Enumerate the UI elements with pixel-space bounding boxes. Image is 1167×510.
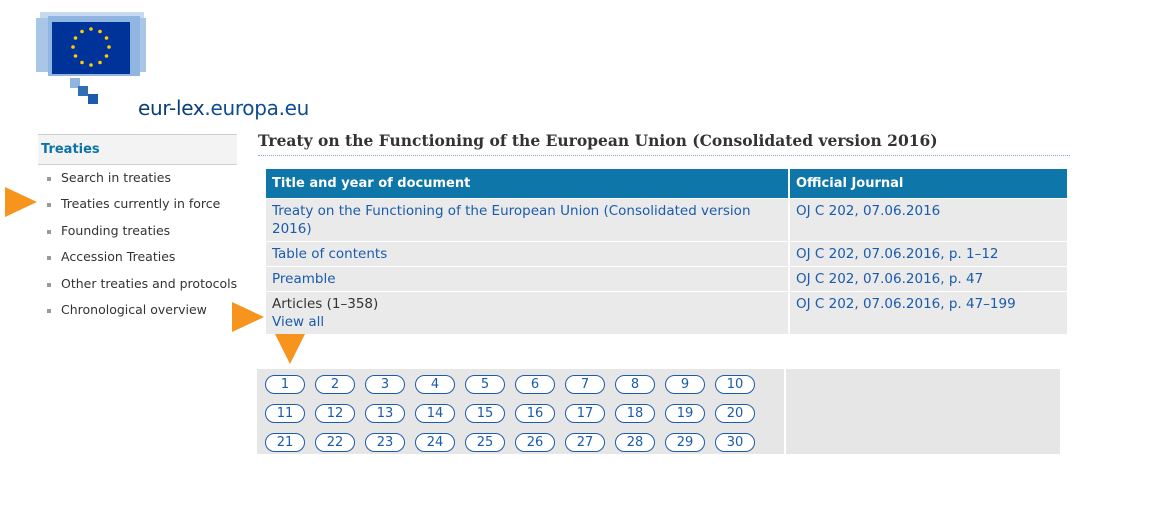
article-page-button[interactable]: 27 <box>565 433 605 452</box>
pager-divider <box>784 369 786 454</box>
table-header-row: Title and year of document Official Jour… <box>266 169 1067 198</box>
article-page-button[interactable]: 28 <box>615 433 655 452</box>
table-row: Articles (1–358) View all OJ C 202, 07.0… <box>266 292 1067 334</box>
journal-link[interactable]: OJ C 202, 07.06.2016 <box>790 199 1067 241</box>
article-page-button[interactable]: 5 <box>465 375 505 394</box>
sidebar-heading[interactable]: Treaties <box>38 134 237 165</box>
article-page-button[interactable]: 6 <box>515 375 555 394</box>
sidebar-list: Search in treaties Treaties currently in… <box>38 165 237 323</box>
article-page-button[interactable]: 4 <box>415 375 455 394</box>
logo-wordmark: eur-lex.europa.eu <box>138 96 310 120</box>
article-page-button[interactable]: 15 <box>465 404 505 423</box>
article-page-button[interactable]: 30 <box>715 433 755 452</box>
article-page-button[interactable]: 8 <box>615 375 655 394</box>
sidebar-item-search-in-treaties[interactable]: Search in treaties <box>38 165 237 191</box>
article-page-button[interactable]: 22 <box>315 433 355 452</box>
sidebar-item-treaties-in-force[interactable]: Treaties currently in force <box>38 191 237 217</box>
article-page-button[interactable]: 25 <box>465 433 505 452</box>
article-page-button[interactable]: 18 <box>615 404 655 423</box>
article-page-button[interactable]: 17 <box>565 404 605 423</box>
article-page-button[interactable]: 21 <box>265 433 305 452</box>
sidebar-nav: Treaties Search in treaties Treaties cur… <box>38 134 237 323</box>
article-page-button[interactable]: 2 <box>315 375 355 394</box>
journal-link[interactable]: OJ C 202, 07.06.2016, p. 47 <box>790 267 1067 291</box>
sidebar-item-accession-treaties[interactable]: Accession Treaties <box>38 244 237 270</box>
sidebar-item-chronological-overview[interactable]: Chronological overview <box>38 297 237 323</box>
page-title: Treaty on the Functioning of the Europea… <box>258 131 1070 156</box>
article-page-button[interactable]: 12 <box>315 404 355 423</box>
table-row: Table of contents OJ C 202, 07.06.2016, … <box>266 242 1067 266</box>
journal-link[interactable]: OJ C 202, 07.06.2016, p. 47–199 <box>790 292 1067 334</box>
document-title-link[interactable]: Table of contents <box>266 242 788 266</box>
article-page-button[interactable]: 11 <box>265 404 305 423</box>
annotation-arrow-down-icon <box>275 334 305 364</box>
article-pager: 1 2 3 4 5 6 7 8 9 10 11 12 13 14 15 16 17 18 19 20 21 22 23 24 2… <box>257 369 1060 454</box>
sidebar-item-founding-treaties[interactable]: Founding treaties <box>38 218 237 244</box>
table-row: Treaty on the Functioning of the Europea… <box>266 199 1067 241</box>
document-title-link[interactable]: Treaty on the Functioning of the Europea… <box>266 199 788 241</box>
article-page-button[interactable]: 24 <box>415 433 455 452</box>
article-page-button[interactable]: 1 <box>265 375 305 394</box>
article-page-button[interactable]: 29 <box>665 433 705 452</box>
view-all-link[interactable]: View all <box>272 313 782 331</box>
article-page-button[interactable]: 16 <box>515 404 555 423</box>
table-row: Preamble OJ C 202, 07.06.2016, p. 47 <box>266 267 1067 291</box>
article-page-button[interactable]: 19 <box>665 404 705 423</box>
annotation-arrow-right-icon <box>5 187 37 217</box>
article-page-button[interactable]: 14 <box>415 404 455 423</box>
sidebar-item-other-treaties[interactable]: Other treaties and protocols <box>38 271 237 297</box>
article-page-button[interactable]: 3 <box>365 375 405 394</box>
article-page-button[interactable]: 23 <box>365 433 405 452</box>
article-page-button[interactable]: 13 <box>365 404 405 423</box>
articles-label: Articles (1–358) <box>272 296 379 312</box>
column-header-title: Title and year of document <box>266 169 788 198</box>
document-title-link[interactable]: Preamble <box>266 267 788 291</box>
annotation-arrow-right-icon <box>232 302 264 332</box>
journal-link[interactable]: OJ C 202, 07.06.2016, p. 1–12 <box>790 242 1067 266</box>
article-page-button[interactable]: 10 <box>715 375 755 394</box>
article-page-button[interactable]: 26 <box>515 433 555 452</box>
article-page-button[interactable]: 20 <box>715 404 755 423</box>
articles-cell: Articles (1–358) View all <box>266 292 788 334</box>
eur-lex-logo[interactable]: eur-lex.europa.eu <box>36 12 309 120</box>
article-page-button[interactable]: 9 <box>665 375 705 394</box>
column-header-journal: Official Journal <box>790 169 1067 198</box>
document-table: Title and year of document Official Jour… <box>264 168 1069 335</box>
article-page-button[interactable]: 7 <box>565 375 605 394</box>
